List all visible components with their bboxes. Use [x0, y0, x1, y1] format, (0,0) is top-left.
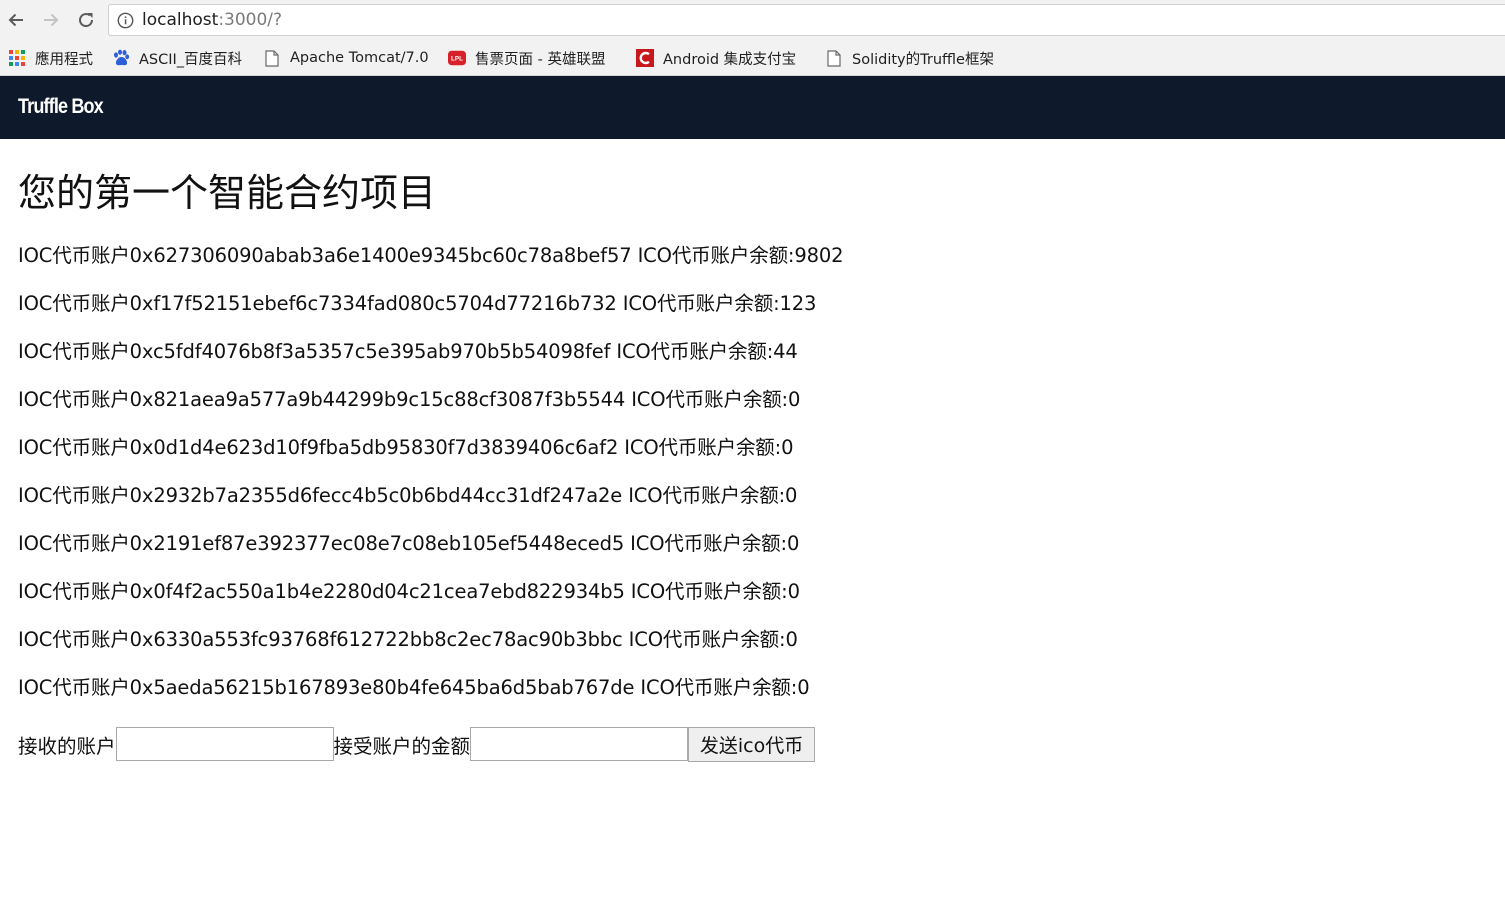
account-address: 0x6330a553fc93768f612722bb8c2ec78ac90b3b…: [129, 628, 623, 651]
address-bar[interactable]: localhost:3000/?: [108, 4, 1505, 36]
bookmark-solidity-truffle[interactable]: Solidity的Truffle框架: [825, 48, 995, 68]
account-prefix: IOC代币账户: [18, 436, 130, 459]
balance-value: 0: [785, 628, 798, 651]
account-address: 0x0f4f2ac550a1b4e2280d04c21cea7ebd822934…: [129, 580, 625, 603]
account-address: 0x5aeda56215b167893e80b4fe645ba6d5bab767…: [129, 676, 635, 699]
recipient-label: 接收的账户: [18, 734, 116, 758]
send-ico-button[interactable]: 发送ico代币: [688, 726, 816, 762]
url-path: :3000/?: [218, 10, 283, 30]
balance-value: 0: [797, 676, 810, 699]
account-row: IOC代币账户0x5aeda56215b167893e80b4fe645ba6d…: [18, 676, 1488, 724]
baidu-paw-icon: [112, 49, 130, 67]
page-title: 您的第一个智能合约项目: [18, 171, 437, 215]
amount-label: 接受账户的金额: [333, 734, 471, 758]
url-host: localhost: [142, 10, 219, 30]
page-icon: [825, 49, 843, 67]
account-prefix: IOC代币账户: [18, 340, 130, 363]
bookmark-ascii[interactable]: ASCII_百度百科: [112, 48, 252, 68]
account-prefix: IOC代币账户: [18, 292, 130, 315]
account-row: IOC代币账户0x2191ef87e392377ec08e7c08eb105ef…: [18, 532, 1488, 580]
bookmark-label: ASCII_百度百科: [139, 51, 243, 68]
balance-value: 123: [779, 292, 817, 315]
account-row: IOC代币账户0x821aea9a577a9b44299b9c15c88cf30…: [18, 388, 1488, 436]
balance-label: ICO代币账户余额:: [628, 484, 785, 507]
balance-label: ICO代币账户余额:: [622, 292, 780, 315]
brand-link[interactable]: Truffle Box: [18, 95, 104, 119]
bookmark-label: Solidity的Truffle框架: [852, 51, 994, 68]
account-row: IOC代币账户0x0d1d4e623d10f9fba5db95830f7d383…: [18, 436, 1488, 484]
account-list: IOC代币账户0x627306090abab3a6e1400e9345bc60c…: [18, 244, 1488, 724]
account-row: IOC代币账户0xf17f52151ebef6c7334fad080c5704d…: [18, 292, 1488, 340]
account-row: IOC代币账户0xc5fdf4076b8f3a5357c5e395ab970b5…: [18, 340, 1488, 388]
account-prefix: IOC代币账户: [18, 628, 130, 651]
csdn-c-icon: [636, 49, 654, 67]
bookmark-android-alipay[interactable]: Android 集成支付宝: [636, 48, 807, 68]
balance-value: 0: [785, 484, 798, 507]
account-address: 0x0d1d4e623d10f9fba5db95830f7d3839406c6a…: [129, 436, 619, 459]
account-prefix: IOC代币账户: [18, 484, 130, 507]
back-arrow-icon: [8, 13, 23, 27]
page-icon: [263, 49, 281, 67]
balance-label: ICO代币账户余额:: [637, 244, 795, 267]
bookmarks-bar: 應用程式 ASCII_百度百科 Apache Tomcat/7.0 LPL 售票…: [0, 42, 1505, 76]
forward-button[interactable]: [40, 9, 62, 31]
account-prefix: IOC代币账户: [18, 580, 130, 603]
back-button[interactable]: [5, 9, 27, 31]
account-address: 0x2191ef87e392377ec08e7c08eb105ef5448ece…: [129, 532, 625, 555]
account-prefix: IOC代币账户: [18, 676, 130, 699]
account-address: 0xc5fdf4076b8f3a5357c5e395ab970b5b54098f…: [129, 340, 611, 363]
account-address: 0x821aea9a577a9b44299b9c15c88cf3087f3b55…: [129, 388, 626, 411]
balance-value: 0: [781, 436, 794, 459]
account-row: IOC代币账户0x6330a553fc93768f612722bb8c2ec78…: [18, 628, 1488, 676]
account-row: IOC代币账户0x2932b7a2355d6fecc4b5c0b6bd44cc3…: [18, 484, 1488, 532]
balance-label: ICO代币账户余额:: [631, 388, 788, 411]
balance-label: ICO代币账户余额:: [630, 532, 787, 555]
balance-value: 44: [773, 340, 798, 363]
balance-label: ICO代币账户余额:: [630, 580, 788, 603]
balance-label: ICO代币账户余额:: [628, 628, 786, 651]
info-icon[interactable]: [117, 12, 134, 29]
reload-button[interactable]: [75, 9, 97, 31]
account-address: 0xf17f52151ebef6c7334fad080c5704d77216b7…: [129, 292, 617, 315]
forward-arrow-icon: [44, 13, 59, 27]
bookmark-apps[interactable]: 應用程式: [8, 48, 103, 68]
account-row: IOC代币账户0x627306090abab3a6e1400e9345bc60c…: [18, 244, 1488, 292]
account-row: IOC代币账户0x0f4f2ac550a1b4e2280d04c21cea7eb…: [18, 580, 1488, 628]
apps-grid-icon: [8, 49, 26, 67]
balance-label: ICO代币账户余额:: [624, 436, 782, 459]
bookmark-lol-tickets[interactable]: LPL 售票页面 - 英雄联盟: [448, 48, 620, 68]
app-navbar: Truffle Box: [0, 76, 1505, 139]
account-prefix: IOC代币账户: [18, 532, 130, 555]
bookmark-label: Apache Tomcat/7.0: [290, 50, 429, 66]
bookmark-label: Android 集成支付宝: [663, 51, 797, 68]
bookmark-tomcat[interactable]: Apache Tomcat/7.0: [263, 48, 431, 68]
send-token-form: 接收的账户 接受账户的金额 发送ico代币: [18, 726, 816, 762]
browser-toolbar: localhost:3000/?: [0, 0, 1505, 42]
account-address: 0x627306090abab3a6e1400e9345bc60c78a8bef…: [129, 244, 632, 267]
bookmark-label: 售票页面 - 英雄联盟: [475, 51, 606, 68]
balance-label: ICO代币账户余额:: [616, 340, 774, 363]
balance-value: 0: [786, 532, 800, 555]
balance-value: 0: [787, 388, 801, 411]
bookmark-label: 應用程式: [35, 51, 93, 68]
amount-input[interactable]: [470, 727, 689, 761]
lpl-icon: LPL: [448, 49, 466, 67]
balance-value: 9802: [794, 244, 844, 267]
account-prefix: IOC代币账户: [18, 388, 130, 411]
account-prefix: IOC代币账户: [18, 244, 130, 267]
balance-label: ICO代币账户余额:: [640, 676, 798, 699]
svg-text:LPL: LPL: [451, 56, 463, 63]
balance-value: 0: [787, 580, 800, 603]
reload-icon: [79, 13, 94, 28]
main-content: 您的第一个智能合约项目 IOC代币账户0x627306090abab3a6e14…: [18, 139, 1488, 762]
account-address: 0x2932b7a2355d6fecc4b5c0b6bd44cc31df247a…: [129, 484, 623, 507]
url-text[interactable]: localhost:3000/?: [142, 10, 282, 30]
recipient-input[interactable]: [115, 727, 334, 761]
